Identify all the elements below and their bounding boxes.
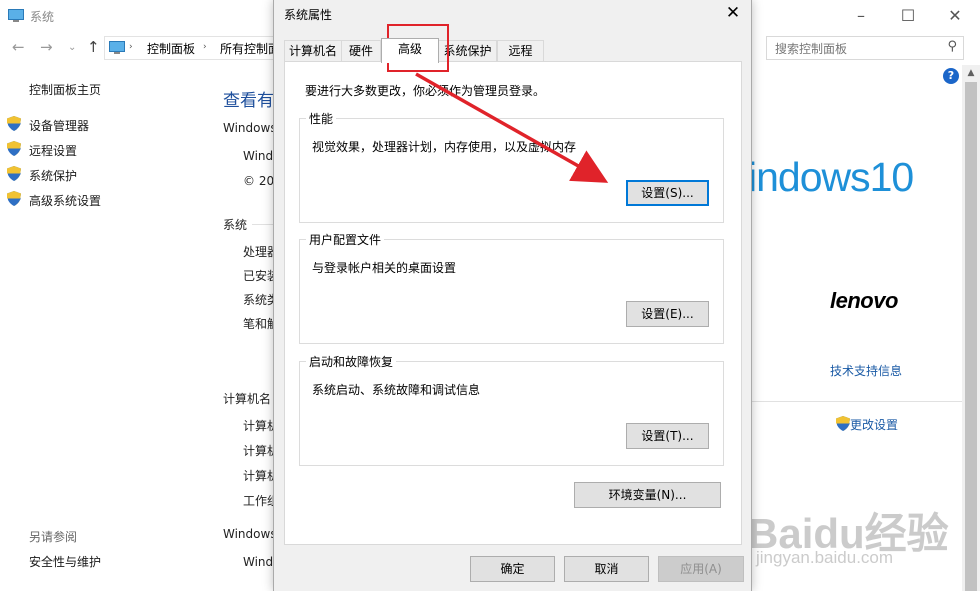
breadcrumb-separator-icon: ›	[129, 42, 133, 52]
info-row: Wind	[243, 149, 274, 163]
uac-shield-icon	[836, 416, 850, 431]
section-computer-name: 计算机名	[223, 392, 272, 406]
change-settings-link[interactable]: 更改设置	[850, 416, 898, 433]
tech-support-link[interactable]: 技术支持信息	[830, 362, 902, 379]
info-row: © 20	[243, 174, 275, 188]
oem-logo: lenovo	[830, 288, 898, 313]
forward-arrow-icon[interactable]: →	[40, 38, 53, 56]
device-manager-link[interactable]: 设备管理器	[29, 117, 89, 134]
maximize-button[interactable]: ☐	[898, 6, 918, 26]
system-window-title: 系统	[30, 10, 55, 24]
close-window-button[interactable]: ✕	[945, 6, 965, 26]
tab-remote[interactable]: 远程	[497, 40, 544, 62]
scroll-up-icon[interactable]: ▲	[962, 65, 980, 81]
minimize-button[interactable]: –	[851, 6, 871, 26]
user-profiles-description: 与登录帐户相关的桌面设置	[312, 261, 457, 275]
watermark-url: jingyan.baidu.com	[756, 548, 894, 567]
startup-recovery-group-label: 启动和故障恢复	[306, 353, 397, 370]
up-arrow-icon[interactable]: ↑	[87, 38, 100, 56]
apply-button[interactable]: 应用(A)	[658, 556, 744, 582]
remote-settings-link[interactable]: 远程设置	[29, 142, 77, 159]
help-icon[interactable]: ?	[943, 68, 959, 84]
scroll-thumb[interactable]	[965, 82, 977, 591]
user-profiles-settings-button[interactable]: 设置(E)...	[626, 301, 709, 327]
section-divider	[252, 224, 273, 225]
breadcrumb-control-panel[interactable]: 控制面板	[147, 40, 195, 57]
performance-settings-button[interactable]: 设置(S)...	[626, 180, 709, 206]
section-windows-activation: Windows	[223, 527, 277, 541]
startup-recovery-description: 系统启动、系统故障和调试信息	[312, 383, 481, 397]
uac-shield-icon	[7, 116, 21, 131]
user-profiles-group: 用户配置文件 与登录帐户相关的桌面设置 设置(E)...	[299, 231, 724, 344]
user-profiles-group-label: 用户配置文件	[306, 231, 385, 248]
startup-recovery-settings-button[interactable]: 设置(T)...	[626, 423, 709, 449]
ok-button[interactable]: 确定	[470, 556, 555, 582]
section-windows-edition: Windows	[223, 121, 277, 135]
uac-shield-icon	[7, 191, 21, 206]
cancel-button[interactable]: 取消	[564, 556, 649, 582]
page-heading: 查看有	[223, 91, 274, 111]
control-panel-icon	[109, 41, 125, 54]
search-input[interactable]: 搜索控制面板 ⚲	[766, 36, 964, 60]
breadcrumb-all-items[interactable]: 所有控制面	[220, 40, 280, 57]
system-protection-link[interactable]: 系统保护	[29, 167, 77, 184]
see-also-heading: 另请参阅	[29, 530, 78, 544]
annotation-arrow-icon	[415, 72, 609, 183]
search-placeholder: 搜索控制面板	[775, 42, 848, 56]
startup-recovery-group: 启动和故障恢复 系统启动、系统故障和调试信息 设置(T)...	[299, 353, 724, 466]
security-maintenance-link[interactable]: 安全性与维护	[29, 553, 101, 570]
tab-computer-name[interactable]: 计算机名	[284, 40, 342, 62]
control-panel-home-link[interactable]: 控制面板主页	[29, 81, 101, 98]
computer-icon	[8, 9, 24, 22]
performance-group-label: 性能	[306, 110, 337, 127]
section-divider	[751, 401, 962, 402]
back-arrow-icon[interactable]: ←	[12, 38, 25, 56]
tab-advanced[interactable]: 高级	[381, 38, 439, 63]
info-row: Wind	[243, 555, 274, 569]
tab-hardware[interactable]: 硬件	[341, 40, 381, 62]
breadcrumb-separator-icon: ›	[203, 42, 207, 52]
recent-dropdown-icon[interactable]: ⌄	[68, 42, 76, 53]
section-system: 系统	[223, 218, 248, 232]
uac-shield-icon	[7, 166, 21, 181]
address-bar[interactable]: › 控制面板 › 所有控制面	[104, 36, 280, 60]
advanced-system-settings-link[interactable]: 高级系统设置	[29, 192, 101, 209]
uac-shield-icon	[7, 141, 21, 156]
vertical-scrollbar[interactable]: ▲	[962, 65, 980, 591]
close-icon[interactable]: ✕	[721, 2, 745, 24]
dialog-title: 系统属性	[284, 8, 333, 22]
environment-variables-button[interactable]: 环境变量(N)...	[574, 482, 721, 508]
windows10-logo: indows10	[748, 154, 914, 200]
search-icon[interactable]: ⚲	[947, 39, 957, 54]
